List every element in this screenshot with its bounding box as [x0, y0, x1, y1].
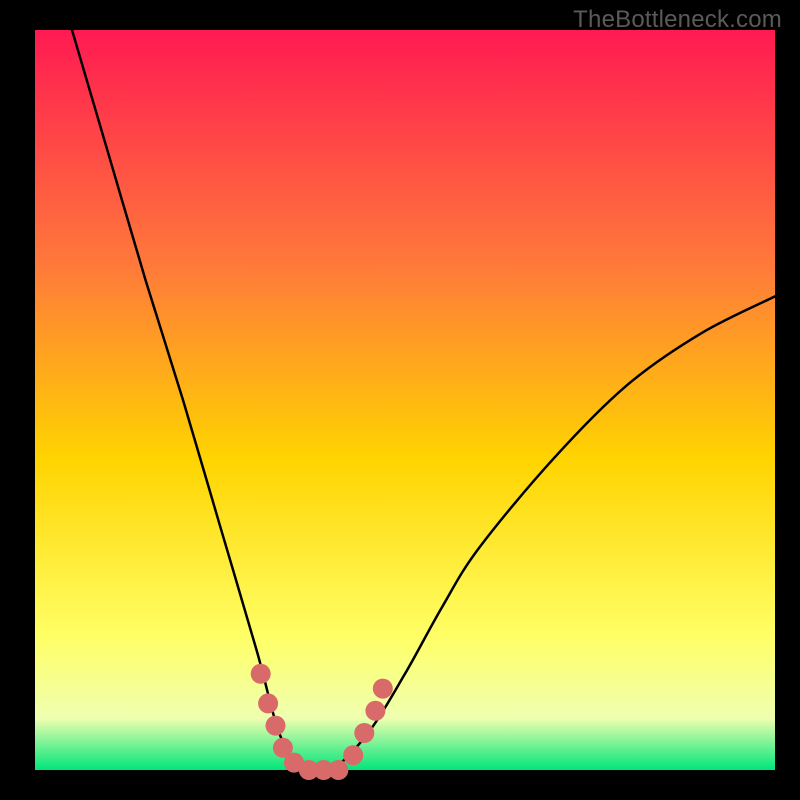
watermark-text: TheBottleneck.com	[573, 6, 782, 34]
highlight-dot	[354, 723, 374, 743]
highlight-dot	[328, 760, 348, 780]
highlight-dot	[343, 745, 363, 765]
highlight-dot	[251, 664, 271, 684]
highlight-dot	[373, 679, 393, 699]
highlight-dot	[266, 716, 286, 736]
chart-frame: TheBottleneck.com	[0, 0, 800, 800]
highlight-dots	[251, 664, 393, 780]
highlight-dot	[258, 693, 278, 713]
plot-area	[35, 30, 775, 770]
highlight-dot	[365, 701, 385, 721]
curve-layer	[35, 30, 775, 770]
bottleneck-curve	[72, 30, 775, 775]
